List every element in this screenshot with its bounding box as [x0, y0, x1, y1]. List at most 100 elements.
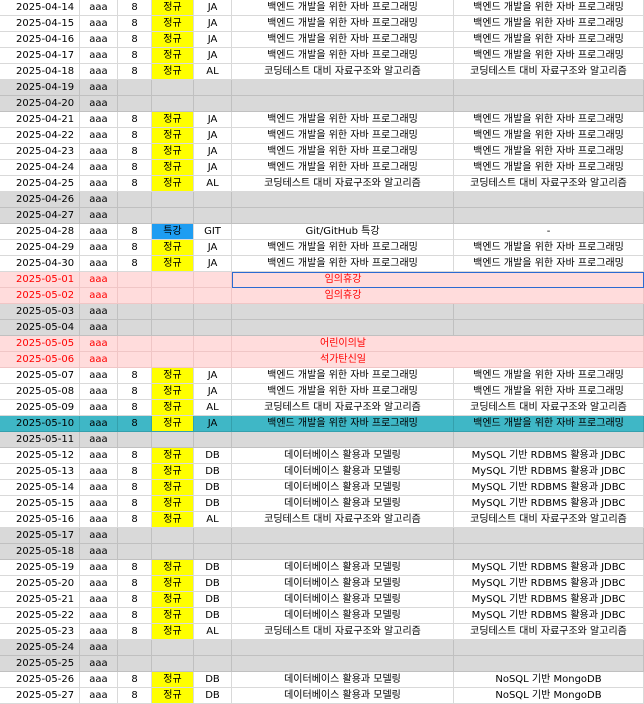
detail-cell[interactable]: 코딩테스트 대비 자료구조와 알고리즘 — [454, 512, 644, 528]
user-cell[interactable]: aaa — [80, 512, 118, 528]
code-cell[interactable] — [194, 304, 232, 320]
code-cell[interactable]: JA — [194, 144, 232, 160]
type-cell[interactable]: 정규 — [152, 368, 194, 384]
date-cell[interactable]: 2025-05-07 — [0, 368, 80, 384]
subject-cell[interactable]: 백엔드 개발을 위한 자바 프로그래밍 — [232, 368, 454, 384]
subject-cell[interactable] — [232, 528, 454, 544]
subject-cell[interactable] — [232, 96, 454, 112]
subject-cell[interactable]: 데이터베이스 활용과 모델링 — [232, 448, 454, 464]
hours-cell[interactable]: 8 — [118, 176, 152, 192]
code-cell[interactable] — [194, 272, 232, 288]
date-cell[interactable]: 2025-05-17 — [0, 528, 80, 544]
code-cell[interactable]: JA — [194, 112, 232, 128]
code-cell[interactable]: GIT — [194, 224, 232, 240]
user-cell[interactable]: aaa — [80, 528, 118, 544]
date-cell[interactable]: 2025-04-14 — [0, 0, 80, 16]
type-cell[interactable]: 정규 — [152, 256, 194, 272]
subject-cell[interactable]: 데이터베이스 활용과 모델링 — [232, 672, 454, 688]
detail-cell[interactable] — [454, 80, 644, 96]
hours-cell[interactable]: 8 — [118, 144, 152, 160]
detail-cell[interactable]: 코딩테스트 대비 자료구조와 알고리즘 — [454, 176, 644, 192]
date-cell[interactable]: 2025-05-08 — [0, 384, 80, 400]
type-cell[interactable]: 정규 — [152, 448, 194, 464]
hours-cell[interactable] — [118, 544, 152, 560]
subject-cell[interactable]: 데이터베이스 활용과 모델링 — [232, 480, 454, 496]
subject-cell[interactable]: 코딩테스트 대비 자료구조와 알고리즘 — [232, 400, 454, 416]
hours-cell[interactable]: 8 — [118, 512, 152, 528]
code-cell[interactable]: JA — [194, 0, 232, 16]
user-cell[interactable]: aaa — [80, 544, 118, 560]
detail-cell[interactable]: NoSQL 기반 MongoDB — [454, 672, 644, 688]
date-cell[interactable]: 2025-04-24 — [0, 160, 80, 176]
type-cell[interactable]: 정규 — [152, 496, 194, 512]
subject-cell[interactable]: 데이터베이스 활용과 모델링 — [232, 608, 454, 624]
hours-cell[interactable]: 8 — [118, 576, 152, 592]
detail-cell[interactable] — [454, 96, 644, 112]
type-cell[interactable] — [152, 192, 194, 208]
type-cell[interactable]: 정규 — [152, 240, 194, 256]
detail-cell[interactable]: MySQL 기반 RDBMS 활용과 JDBC — [454, 448, 644, 464]
hours-cell[interactable] — [118, 352, 152, 368]
date-cell[interactable]: 2025-05-16 — [0, 512, 80, 528]
user-cell[interactable]: aaa — [80, 240, 118, 256]
code-cell[interactable]: DB — [194, 608, 232, 624]
hours-cell[interactable] — [118, 320, 152, 336]
detail-cell[interactable]: 백엔드 개발을 위한 자바 프로그래밍 — [454, 256, 644, 272]
subject-cell[interactable]: 백엔드 개발을 위한 자바 프로그래밍 — [232, 32, 454, 48]
type-cell[interactable] — [152, 640, 194, 656]
type-cell[interactable]: 정규 — [152, 176, 194, 192]
code-cell[interactable]: JA — [194, 240, 232, 256]
type-cell[interactable]: 정규 — [152, 416, 194, 432]
subject-cell[interactable] — [232, 432, 454, 448]
code-cell[interactable] — [194, 288, 232, 304]
hours-cell[interactable]: 8 — [118, 448, 152, 464]
hours-cell[interactable]: 8 — [118, 608, 152, 624]
detail-cell[interactable]: 백엔드 개발을 위한 자바 프로그래밍 — [454, 160, 644, 176]
detail-cell[interactable]: - — [454, 224, 644, 240]
detail-cell[interactable]: 백엔드 개발을 위한 자바 프로그래밍 — [454, 0, 644, 16]
user-cell[interactable]: aaa — [80, 672, 118, 688]
code-cell[interactable] — [194, 336, 232, 352]
code-cell[interactable]: DB — [194, 672, 232, 688]
date-cell[interactable]: 2025-05-19 — [0, 560, 80, 576]
user-cell[interactable]: aaa — [80, 432, 118, 448]
detail-cell[interactable]: 코딩테스트 대비 자료구조와 알고리즘 — [454, 400, 644, 416]
code-cell[interactable] — [194, 352, 232, 368]
hours-cell[interactable] — [118, 336, 152, 352]
code-cell[interactable]: JA — [194, 32, 232, 48]
hours-cell[interactable]: 8 — [118, 64, 152, 80]
code-cell[interactable]: JA — [194, 384, 232, 400]
hours-cell[interactable] — [118, 640, 152, 656]
detail-cell[interactable]: 백엔드 개발을 위한 자바 프로그래밍 — [454, 240, 644, 256]
date-cell[interactable]: 2025-04-17 — [0, 48, 80, 64]
type-cell[interactable] — [152, 96, 194, 112]
user-cell[interactable]: aaa — [80, 656, 118, 672]
detail-cell[interactable]: 코딩테스트 대비 자료구조와 알고리즘 — [454, 624, 644, 640]
code-cell[interactable]: DB — [194, 560, 232, 576]
code-cell[interactable]: DB — [194, 480, 232, 496]
hours-cell[interactable]: 8 — [118, 160, 152, 176]
date-cell[interactable]: 2025-05-09 — [0, 400, 80, 416]
subject-cell[interactable] — [232, 656, 454, 672]
type-cell[interactable]: 정규 — [152, 48, 194, 64]
user-cell[interactable]: aaa — [80, 640, 118, 656]
type-cell[interactable] — [152, 432, 194, 448]
type-cell[interactable] — [152, 656, 194, 672]
user-cell[interactable]: aaa — [80, 304, 118, 320]
hours-cell[interactable]: 8 — [118, 32, 152, 48]
code-cell[interactable] — [194, 192, 232, 208]
detail-cell[interactable]: 백엔드 개발을 위한 자바 프로그래밍 — [454, 32, 644, 48]
hours-cell[interactable] — [118, 304, 152, 320]
detail-cell[interactable]: MySQL 기반 RDBMS 활용과 JDBC — [454, 592, 644, 608]
code-cell[interactable] — [194, 640, 232, 656]
date-cell[interactable]: 2025-04-21 — [0, 112, 80, 128]
user-cell[interactable]: aaa — [80, 496, 118, 512]
user-cell[interactable]: aaa — [80, 400, 118, 416]
date-cell[interactable]: 2025-05-06 — [0, 352, 80, 368]
user-cell[interactable]: aaa — [80, 16, 118, 32]
hours-cell[interactable]: 8 — [118, 400, 152, 416]
hours-cell[interactable]: 8 — [118, 560, 152, 576]
type-cell[interactable]: 특강 — [152, 224, 194, 240]
code-cell[interactable]: DB — [194, 448, 232, 464]
subject-cell[interactable]: 백엔드 개발을 위한 자바 프로그래밍 — [232, 416, 454, 432]
